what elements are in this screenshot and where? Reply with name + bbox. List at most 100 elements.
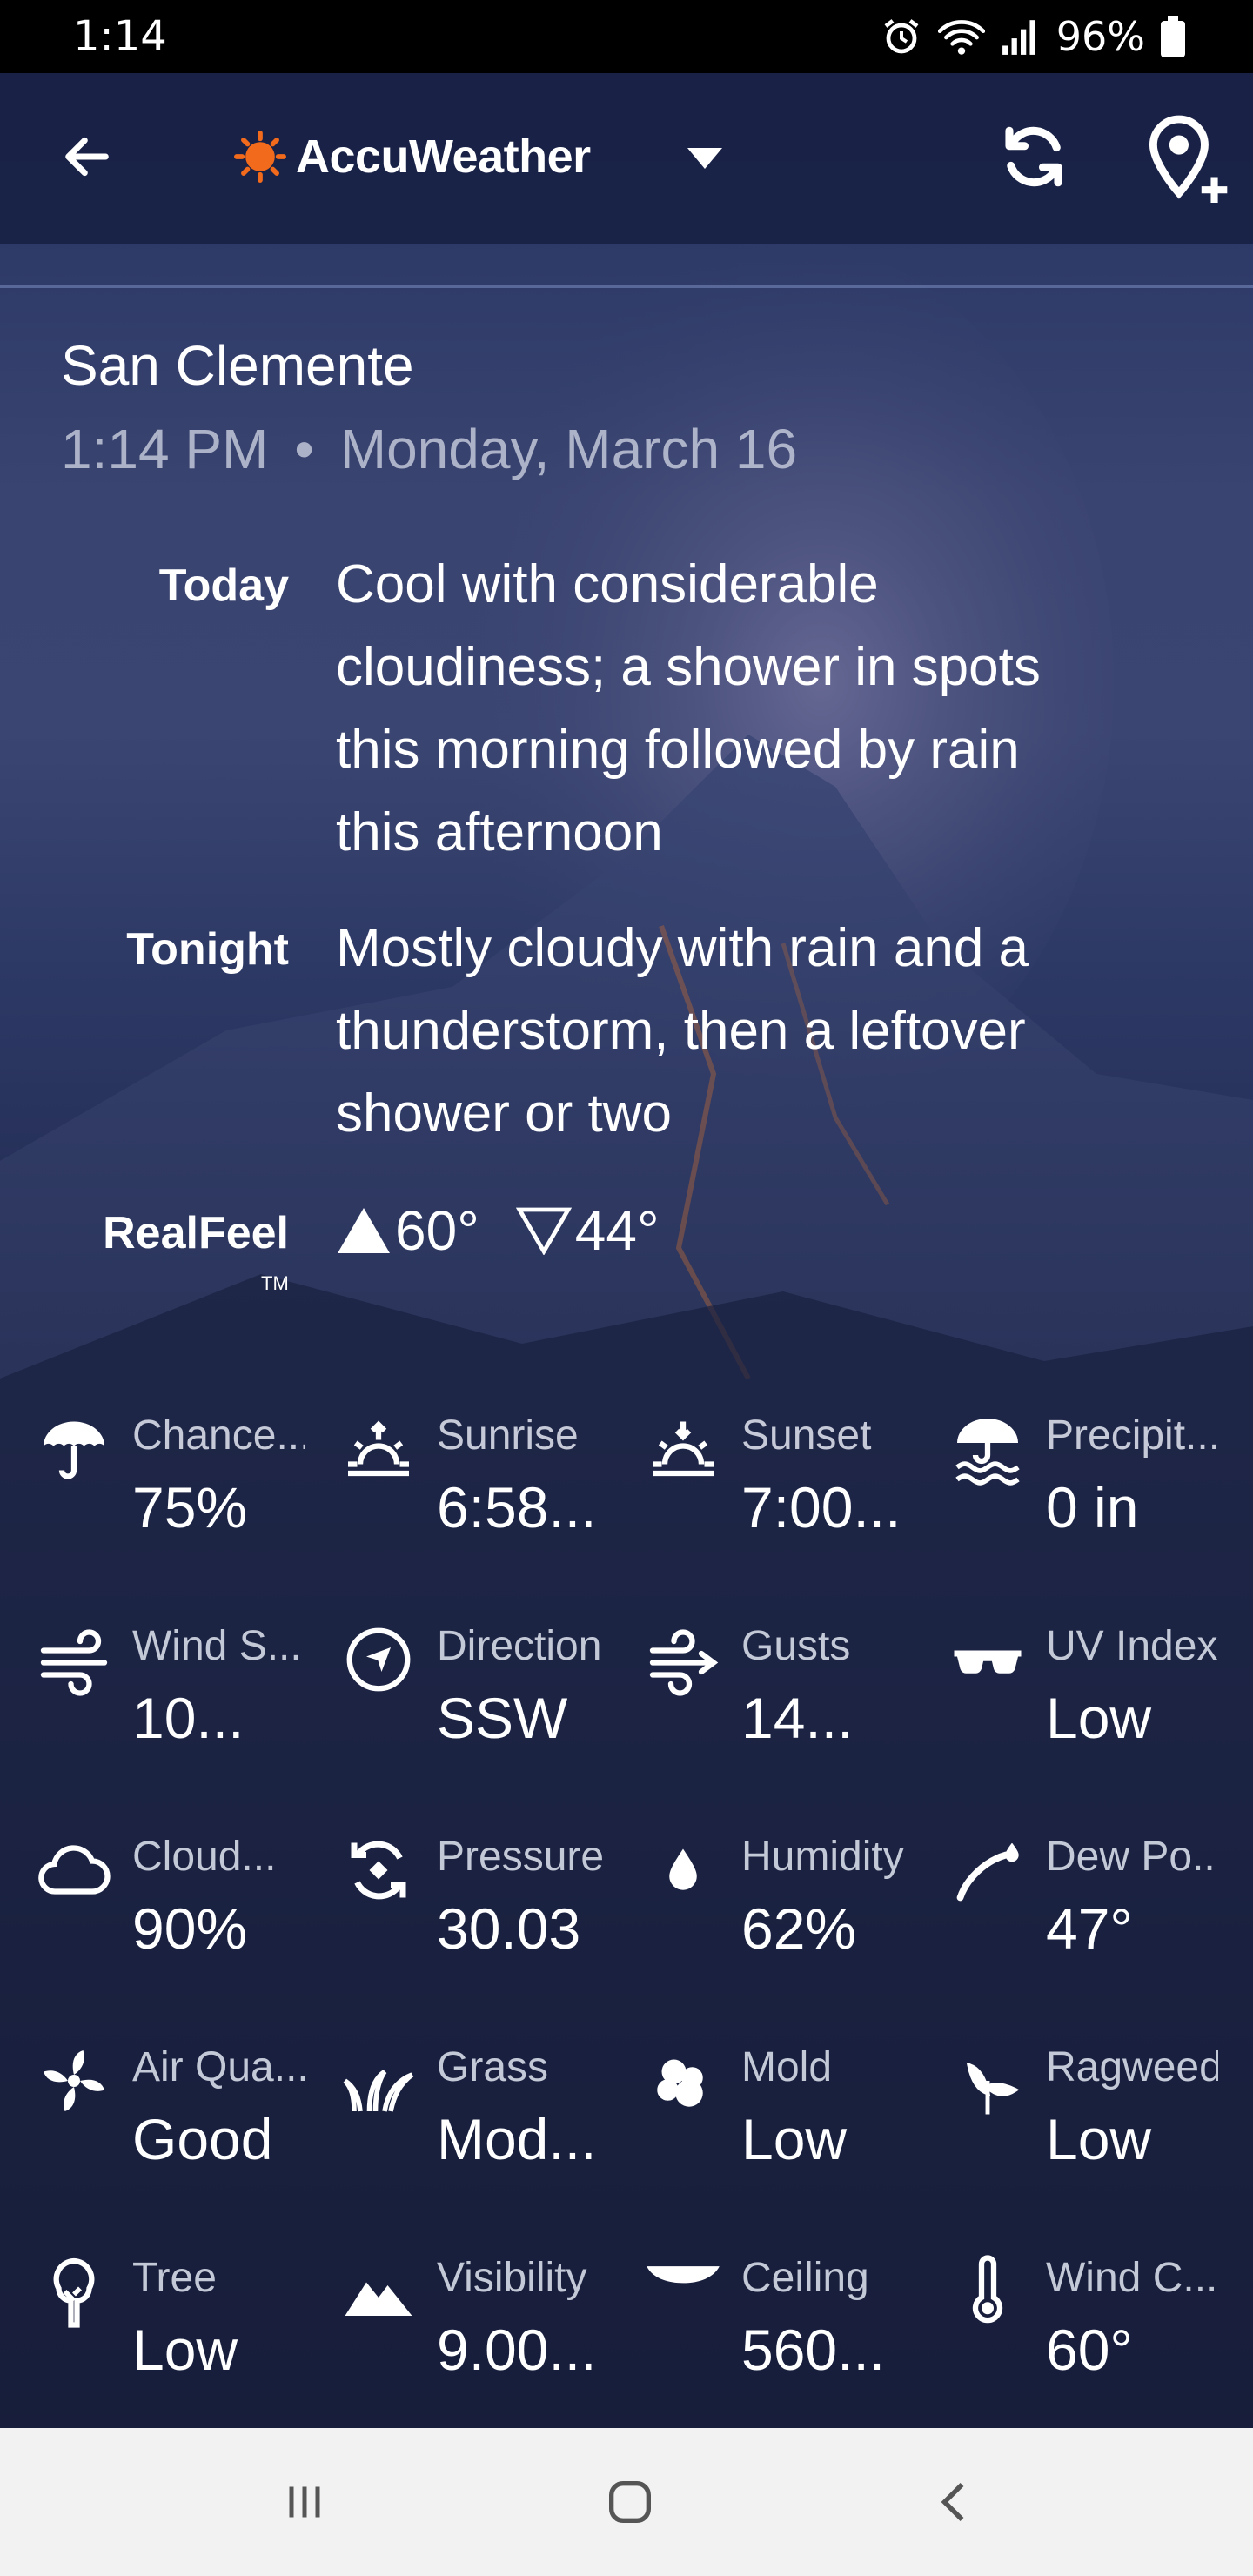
home-button[interactable]: [578, 2463, 682, 2541]
detail-visibility[interactable]: Visibility 9.00...: [305, 2235, 609, 2409]
detail-mold[interactable]: Mold Low: [609, 2024, 914, 2198]
detail-value: Low: [1046, 2107, 1152, 2171]
detail-dew-point[interactable]: Dew Po... 47°: [914, 1814, 1218, 1988]
back-button[interactable]: [52, 122, 122, 191]
detail-value: 14...: [741, 1686, 854, 1750]
detail-sunset[interactable]: Sunset 7:00...: [609, 1392, 914, 1566]
tonight-label: Tonight: [126, 924, 289, 975]
precipitation-icon: [948, 1410, 1027, 1488]
mountains-icon: [339, 2252, 418, 2331]
today-label: Today: [158, 560, 289, 611]
detail-value: 60°: [1046, 2318, 1133, 2382]
ragweed-icon: [948, 2042, 1027, 2120]
detail-value: Mod...: [437, 2107, 597, 2171]
brand-name: AccuWeather: [296, 131, 591, 183]
battery-percent: 96%: [1055, 13, 1145, 60]
detail-air-quality[interactable]: Air Qua... Good: [0, 2024, 305, 2198]
detail-uv-index[interactable]: UV Index Low: [914, 1603, 1218, 1777]
detail-wind-speed[interactable]: Wind S... 10...: [0, 1603, 305, 1777]
detail-label: Wind C...: [1046, 2255, 1218, 2301]
detail-ragweed[interactable]: Ragweed Low: [914, 2024, 1218, 2198]
tree-icon: [35, 2252, 113, 2331]
detail-humidity[interactable]: Humidity 62%: [609, 1814, 914, 1988]
today-forecast-line: this morning followed by rain: [336, 720, 1020, 780]
status-time: 1:14: [73, 12, 167, 61]
detail-value: 62%: [741, 1896, 857, 1961]
nav-back-button[interactable]: [903, 2463, 1008, 2541]
pressure-icon: [339, 1831, 418, 1909]
detail-cloud-cover[interactable]: Cloud... 90%: [0, 1814, 305, 1988]
detail-direction[interactable]: Direction SSW: [305, 1603, 609, 1777]
datetime-separator: •: [294, 418, 314, 480]
back-icon: [941, 2483, 964, 2521]
detail-label: Sunset: [741, 1412, 872, 1459]
detail-label: Gusts: [741, 1623, 851, 1669]
tonight-forecast-line: shower or two: [336, 1083, 672, 1144]
detail-chance-of-rain[interactable]: Chance... 75%: [0, 1392, 305, 1566]
detail-label: Direction: [437, 1623, 602, 1669]
today-forecast: Cool with considerable cloudiness; a sho…: [336, 543, 1197, 874]
low-triangle-icon: [515, 1207, 572, 1255]
location-datetime: 1:14 PM • Monday, March 16: [61, 414, 797, 484]
detail-value: Low: [132, 2318, 238, 2382]
home-icon: [609, 2481, 651, 2523]
tonight-forecast-line: thunderstorm, then a leftover: [336, 1001, 1026, 1061]
wifi-icon: [937, 16, 985, 57]
realfeel-trademark: TM: [261, 1272, 289, 1294]
wind-icon: [35, 1620, 113, 1699]
local-date: Monday, March 16: [339, 418, 798, 480]
detail-label: UV Index: [1046, 1623, 1218, 1669]
local-time: 1:14 PM: [61, 418, 269, 480]
sunglasses-icon: [948, 1620, 1027, 1699]
realfeel-high: 60°: [395, 1199, 479, 1262]
today-forecast-line: this afternoon: [336, 802, 663, 862]
detail-value: 90%: [132, 1896, 248, 1961]
detail-tree[interactable]: Tree Low: [0, 2235, 305, 2409]
detail-value: Good: [132, 2107, 273, 2171]
detail-wind-chill[interactable]: Wind C... 60°: [914, 2235, 1218, 2409]
status-bar: 1:14 96%: [0, 0, 1253, 73]
detail-label: Grass: [437, 2044, 549, 2090]
high-triangle-icon: [338, 1208, 390, 1253]
detail-pressure[interactable]: Pressure 30.03: [305, 1814, 609, 1988]
alarm-icon: [881, 16, 922, 57]
detail-sunrise[interactable]: Sunrise 6:58...: [305, 1392, 609, 1566]
detail-precipitation[interactable]: Precipit... 0 in: [914, 1392, 1218, 1566]
brand-selector[interactable]: AccuWeather: [233, 122, 591, 191]
detail-ceiling[interactable]: Ceiling 560...: [609, 2235, 914, 2409]
battery-icon: [1161, 16, 1185, 57]
fan-icon: [35, 2042, 113, 2120]
ceiling-icon: [644, 2252, 722, 2331]
today-forecast-line: Cool with considerable: [336, 554, 879, 614]
add-location-icon: [1149, 115, 1228, 203]
detail-value: SSW: [437, 1686, 568, 1750]
detail-grass[interactable]: Grass Mod...: [305, 2024, 609, 2198]
detail-label: Air Qua...: [132, 2044, 305, 2090]
brand-dropdown-button[interactable]: [677, 131, 733, 186]
compass-icon: [339, 1620, 418, 1699]
detail-label: Cloud...: [132, 1834, 277, 1880]
add-location-button[interactable]: [1145, 113, 1232, 209]
recent-apps-button[interactable]: [252, 2463, 357, 2541]
detail-value: 75%: [132, 1475, 248, 1540]
detail-label: Humidity: [741, 1834, 904, 1880]
detail-gusts[interactable]: Gusts 14...: [609, 1603, 914, 1777]
detail-label: Sunrise: [437, 1412, 579, 1459]
droplet-icon: [644, 1831, 722, 1909]
detail-label: Precipit...: [1046, 1412, 1218, 1459]
location-name: San Clemente: [61, 334, 414, 397]
tonight-forecast-line: Mostly cloudy with rain and a: [336, 918, 1029, 978]
realfeel-values: 60° 44°: [336, 1189, 660, 1272]
detail-label: Visibility: [437, 2255, 587, 2301]
status-icons: 96%: [881, 12, 1185, 61]
sunset-icon: [644, 1410, 722, 1488]
sun-logo-icon: [234, 131, 286, 183]
cloud-icon: [35, 1831, 113, 1909]
dropdown-caret-icon: [687, 148, 722, 169]
detail-label: Ceiling: [741, 2255, 869, 2301]
realfeel-low: 44°: [574, 1199, 660, 1262]
refresh-button[interactable]: [994, 117, 1074, 197]
detail-label: Wind S...: [132, 1623, 302, 1669]
thermometer-icon: [948, 2252, 1027, 2331]
detail-value: 30.03: [437, 1896, 581, 1961]
